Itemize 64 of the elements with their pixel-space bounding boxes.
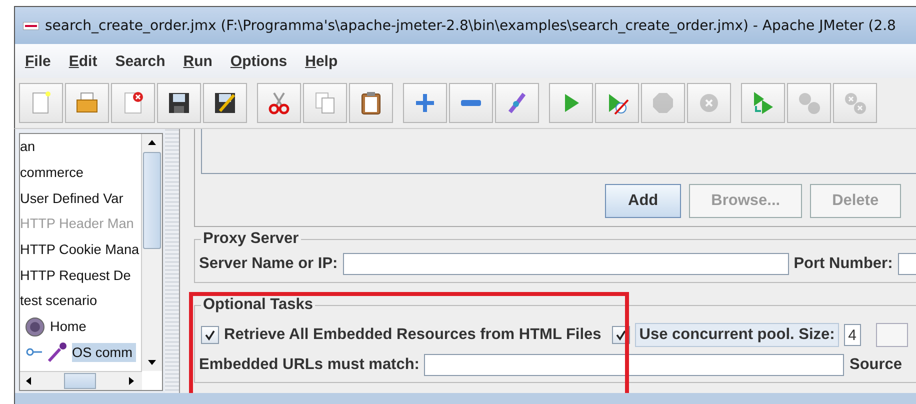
- gear-icon: [24, 316, 46, 338]
- menu-item[interactable]: Options: [230, 52, 288, 70]
- wand-button[interactable]: [495, 83, 539, 123]
- field-label: Source: [849, 356, 902, 374]
- floppy-pencil-icon: [212, 90, 238, 116]
- field-label: Server Name or IP:: [199, 255, 338, 273]
- window-title: search_create_order.jmx (F:\Programma's\apache-jmeter-2.8\bin\examples\search_create_order.jmx) - Apache JMeter (2.8: [45, 18, 896, 34]
- server-name-field[interactable]: [342, 253, 789, 275]
- play-button[interactable]: [549, 83, 593, 123]
- menu-item[interactable]: Edit: [68, 52, 98, 70]
- plus-button[interactable]: [403, 83, 447, 123]
- stop-sign-icon: [650, 90, 676, 116]
- tree-connector-icon: [26, 347, 42, 358]
- option-button[interactable]: [876, 323, 908, 347]
- port-field[interactable]: [898, 253, 916, 275]
- horizontal-scrollbar[interactable]: [20, 371, 142, 390]
- floppy-pencil-button[interactable]: [203, 83, 247, 123]
- menu-item[interactable]: Help: [305, 52, 338, 70]
- tree-item[interactable]: commerce: [20, 163, 84, 182]
- double-play-button[interactable]: [741, 83, 785, 123]
- double-x-icon: [842, 90, 868, 116]
- page-x-button[interactable]: [111, 83, 155, 123]
- url-match-field[interactable]: [424, 354, 844, 376]
- tree-item[interactable]: an: [20, 137, 36, 156]
- checkbox-label[interactable]: Retrieve All Embedded Resources from HTML Files: [224, 326, 602, 344]
- checkbox-label[interactable]: Use concurrent pool. Size:: [635, 323, 839, 347]
- minus-button[interactable]: [449, 83, 493, 123]
- file-table[interactable]: [201, 129, 916, 174]
- scroll-right-icon[interactable]: [128, 376, 136, 386]
- menu-item[interactable]: File: [25, 52, 51, 70]
- play-slash-button[interactable]: [595, 83, 639, 123]
- scrollbar-thumb[interactable]: [64, 373, 96, 389]
- tree-item[interactable]: test scenario: [20, 291, 98, 310]
- section-title: Proxy Server: [201, 230, 301, 248]
- scroll-up-icon[interactable]: [147, 138, 157, 146]
- section-title: Optional Tasks: [201, 296, 315, 314]
- pipette-icon: [46, 341, 68, 364]
- menu-item[interactable]: Search: [115, 52, 166, 70]
- scissors-button[interactable]: [257, 83, 301, 123]
- tree-item[interactable]: HTTP Cookie Mana: [20, 240, 140, 260]
- vertical-scrollbar[interactable]: [141, 134, 162, 371]
- field-label: Embedded URLs must match:: [199, 356, 420, 374]
- minus-icon: [458, 100, 484, 106]
- scissors-icon: [266, 90, 292, 116]
- scroll-left-icon[interactable]: [24, 376, 32, 386]
- clipboard-button[interactable]: [349, 83, 393, 123]
- field-label: Port Number:: [794, 255, 893, 273]
- add-button[interactable]: Add: [605, 184, 682, 218]
- blank-page-button[interactable]: [19, 83, 63, 123]
- pool-size-field[interactable]: 4: [844, 324, 861, 346]
- check-icon: [615, 329, 628, 341]
- tree-item[interactable]: OS comm: [72, 342, 136, 362]
- floppy-icon: [166, 90, 192, 116]
- floppy-button[interactable]: [157, 83, 201, 123]
- app-icon: [23, 22, 39, 30]
- tree-item[interactable]: HTTP Request De: [20, 266, 132, 285]
- tree-item[interactable]: User Defined Var: [20, 188, 124, 208]
- checkbox[interactable]: [201, 326, 219, 344]
- tree-item[interactable]: Home: [50, 317, 88, 336]
- menu-item[interactable]: Run: [183, 52, 212, 70]
- scroll-down-icon[interactable]: [147, 359, 157, 367]
- scrollbar-thumb[interactable]: [143, 152, 161, 249]
- check-icon: [204, 329, 216, 341]
- folder-button[interactable]: [65, 83, 109, 123]
